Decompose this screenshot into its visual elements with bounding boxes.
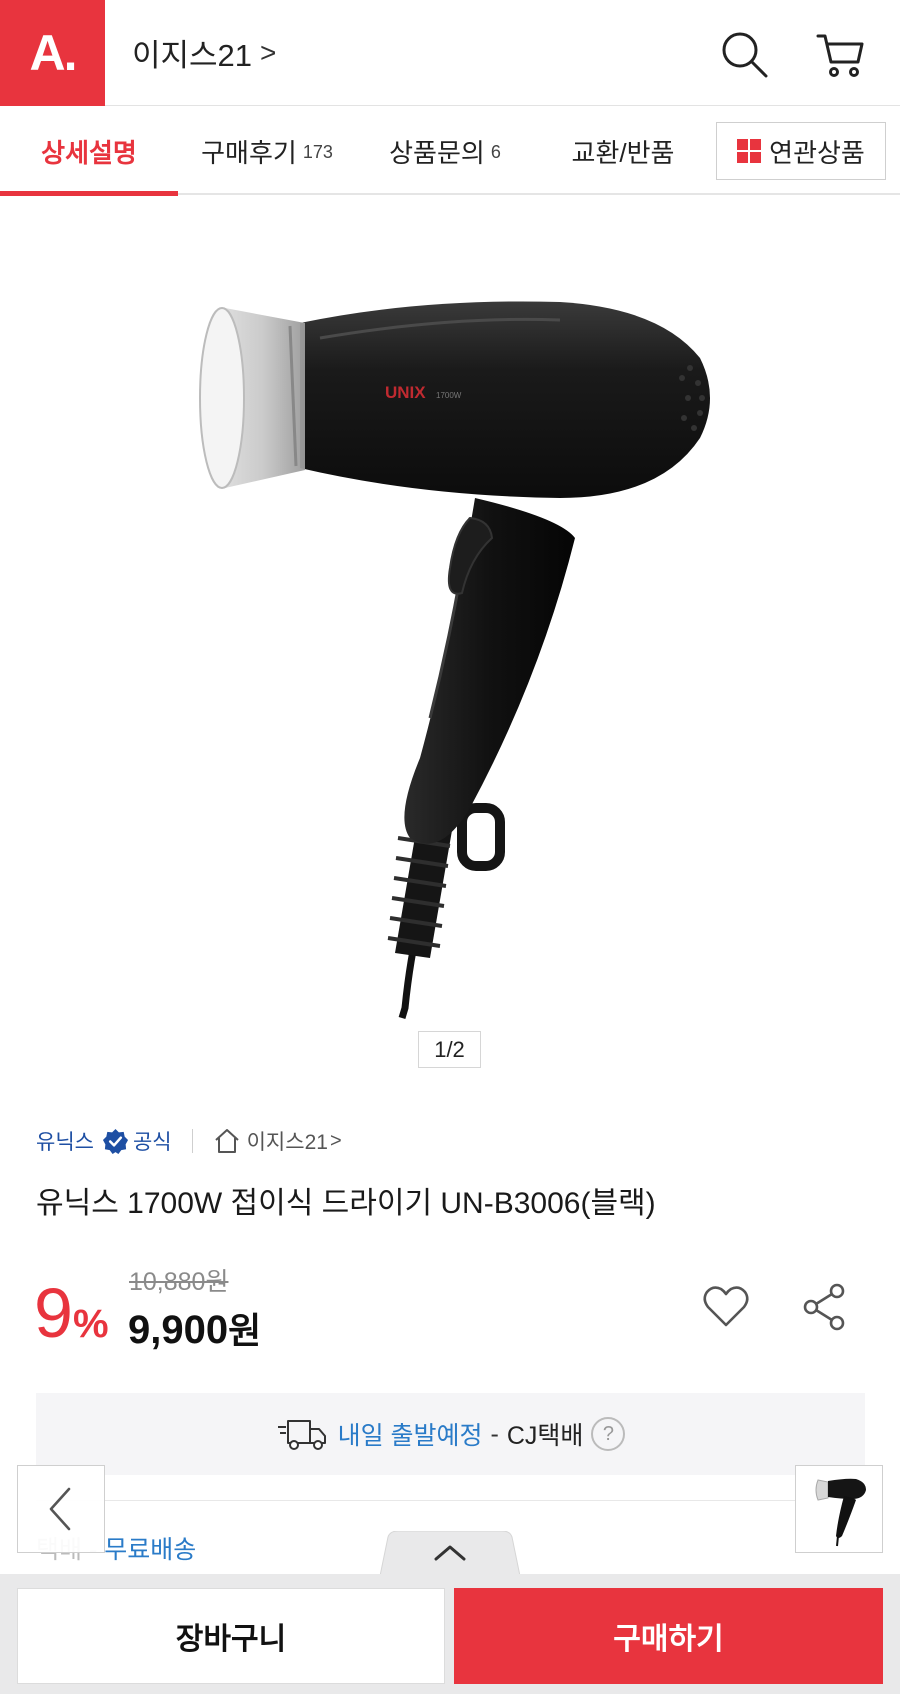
help-icon[interactable]: ? [591,1417,626,1451]
price-value: 9,900 [128,1308,229,1352]
chevron-left-icon [49,1487,71,1531]
home-icon [214,1129,239,1153]
back-button[interactable] [17,1465,105,1553]
tab-related-products[interactable]: 연관상품 [716,122,886,180]
logo-text: A. [29,25,78,81]
tab-exchange-return[interactable]: 교환/반품 [534,107,712,195]
chevron-right-icon: > [260,36,277,68]
tab-count: 173 [302,142,333,162]
original-price: 10,880원 [129,1268,229,1296]
hair-dryer-image: UNIX 1700W [199,301,710,1020]
cart-icon[interactable] [814,28,866,80]
tab-label: 상품문의 [389,137,485,168]
grid-icon [737,139,762,163]
verified-badge-icon [102,1128,129,1154]
tab-label: 상세설명 [41,137,137,168]
tab-label: 교환/반품 [571,137,675,168]
product-image-gallery[interactable]: UNIX 1700W [0,198,900,1098]
shipping-fee-value: 무료배송 [104,1536,197,1564]
active-tab-indicator [0,191,178,196]
hair-dryer-thumbnail-image [815,1478,866,1547]
shipping-dash: - [490,1419,499,1448]
discount-value: 9 [34,1274,73,1352]
tab-detail[interactable]: 상세설명 [0,107,178,195]
search-icon[interactable] [718,28,770,80]
truck-icon [277,1420,326,1450]
tab-label: 연관상품 [769,137,865,168]
heart-icon[interactable] [700,1281,752,1333]
chevron-right-icon: > [329,1129,342,1152]
product-tabs: 상세설명 구매후기 173 상품문의 6 교환/반품 연관상품 [0,107,900,196]
share-icon[interactable] [799,1281,851,1333]
shipping-date: 내일 출발예정 [337,1422,483,1450]
svg-text:1700W: 1700W [436,391,462,400]
sale-price: 9,900원 [128,1302,261,1354]
brand-mark: UNIX [385,383,426,402]
expand-panel-button[interactable] [380,1531,520,1576]
price-unit: 원 [228,1310,262,1351]
official-label: 공식 [132,1131,172,1154]
app-logo[interactable]: A. [0,0,105,106]
bottom-action-bar: 장바구니 구매하기 [0,1574,900,1694]
brand-row: 유닉스 공식 이지스21 > [36,1125,342,1157]
seller-link[interactable]: 이지스21 [247,1126,328,1156]
tab-inquiries[interactable]: 상품문의 6 [356,107,534,195]
brand-name[interactable]: 유닉스 [36,1126,94,1156]
shipping-carrier: CJ택배 [506,1422,584,1450]
divider [36,1500,865,1501]
shipping-info-box: 내일 출발예정 - CJ택배 ? [36,1393,865,1475]
top-header: A. 이지스21 > [0,0,900,106]
add-to-cart-button[interactable]: 장바구니 [17,1588,445,1684]
store-name: 이지스21 [132,38,253,73]
buy-now-button[interactable]: 구매하기 [454,1588,883,1684]
tab-label: 구매후기 [201,137,297,168]
tab-reviews[interactable]: 구매후기 173 [178,107,356,195]
discount-unit: % [72,1302,109,1346]
product-thumbnail[interactable] [795,1465,883,1553]
discount-rate: 9% [34,1278,109,1348]
tab-count: 6 [490,142,501,162]
divider [191,1129,193,1153]
product-title: 유닉스 1700W 접이식 드라이기 UN-B3006(블랙) [36,1187,656,1220]
image-pager: 1/2 [418,1031,481,1068]
store-link[interactable]: 이지스21 > [132,30,276,75]
